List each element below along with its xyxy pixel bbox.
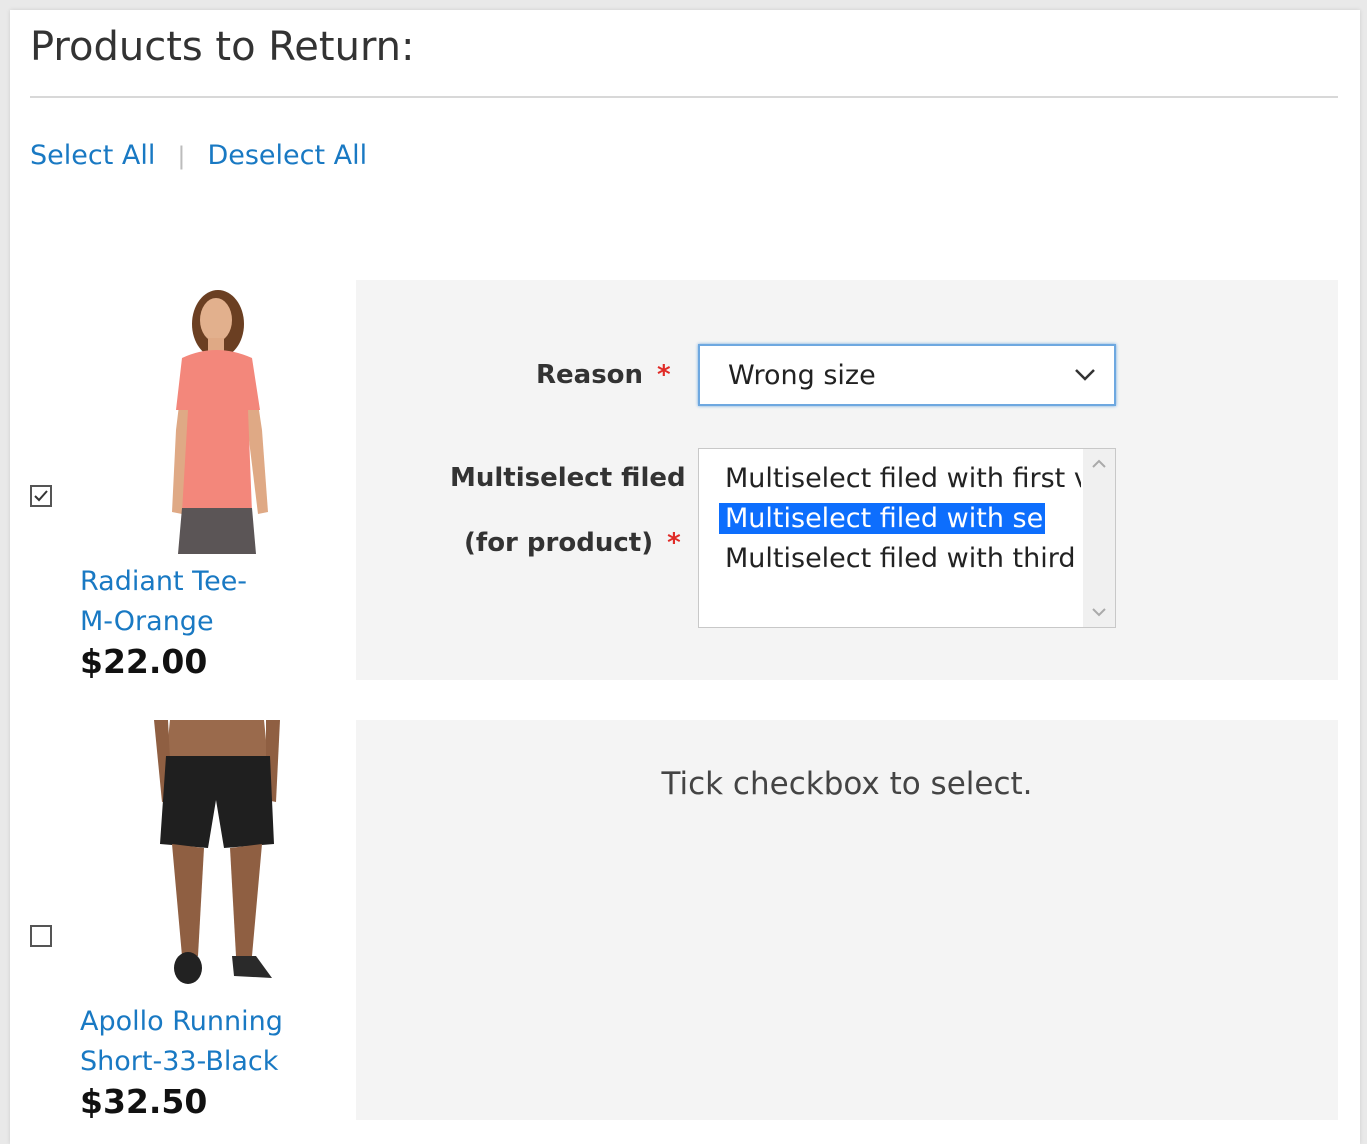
- orange-tee-model-image: [172, 290, 268, 554]
- multiselect-listbox[interactable]: Multiselect filed with first va Multisel…: [698, 448, 1116, 628]
- product-price: $32.50: [80, 1082, 208, 1121]
- product-name-radiant-tee[interactable]: Radiant Tee- M-Orange: [80, 562, 300, 642]
- product-checkbox-apollo-short[interactable]: [30, 925, 52, 947]
- selection-actions: Select All | Deselect All: [30, 140, 367, 171]
- section-title: Products to Return:: [30, 24, 415, 70]
- return-details-panel-empty: Tick checkbox to select.: [356, 720, 1338, 1120]
- black-shorts-model-image: [154, 720, 280, 984]
- tick-checkbox-hint: Tick checkbox to select.: [661, 766, 1033, 802]
- product-price: $22.00: [80, 642, 208, 681]
- multiselect-option-selected[interactable]: Multiselect filed with se: [719, 499, 1081, 539]
- product-name-line[interactable]: Short-33-Black: [80, 1042, 300, 1082]
- return-products-section: Products to Return: Select All | Deselect …: [10, 10, 1360, 1144]
- multiselect-label-line2: (for product) *: [464, 528, 681, 558]
- multiselect-option[interactable]: Multiselect filed with first va: [719, 459, 1081, 499]
- scroll-up-icon[interactable]: [1091, 459, 1107, 469]
- multiselect-label-text: (for product): [464, 528, 654, 558]
- link-separator: |: [177, 142, 186, 170]
- reason-label-text: Reason: [536, 360, 644, 390]
- required-asterisk: *: [657, 360, 671, 390]
- chevron-down-icon: [1075, 369, 1095, 381]
- product-name-line[interactable]: M-Orange: [80, 602, 300, 642]
- product-image-apollo-short[interactable]: [106, 720, 326, 994]
- multiselect-option[interactable]: Multiselect filed with third v: [719, 539, 1081, 579]
- return-details-panel: Reason * Wrong size Multiselect filed (fo…: [356, 280, 1338, 680]
- multiselect-label-line1: Multiselect filed: [450, 463, 686, 493]
- product-image-radiant-tee[interactable]: [106, 280, 326, 554]
- product-name-apollo-short[interactable]: Apollo Running Short-33-Black: [80, 1002, 300, 1082]
- reason-select[interactable]: Wrong size: [698, 344, 1116, 406]
- scroll-down-icon[interactable]: [1091, 607, 1107, 617]
- select-all-link[interactable]: Select All: [30, 140, 155, 171]
- multiselect-options: Multiselect filed with first va Multisel…: [719, 459, 1081, 579]
- product-name-line[interactable]: Radiant Tee-: [80, 562, 300, 602]
- title-divider: [30, 96, 1338, 98]
- product-name-line[interactable]: Apollo Running: [80, 1002, 300, 1042]
- product-checkbox-radiant-tee[interactable]: [30, 485, 52, 507]
- deselect-all-link[interactable]: Deselect All: [207, 140, 367, 171]
- required-asterisk: *: [667, 528, 681, 558]
- reason-select-value: Wrong size: [728, 360, 876, 391]
- reason-label: Reason *: [536, 360, 671, 390]
- checkmark-icon: [34, 490, 48, 502]
- multiselect-scrollbar[interactable]: [1083, 449, 1115, 627]
